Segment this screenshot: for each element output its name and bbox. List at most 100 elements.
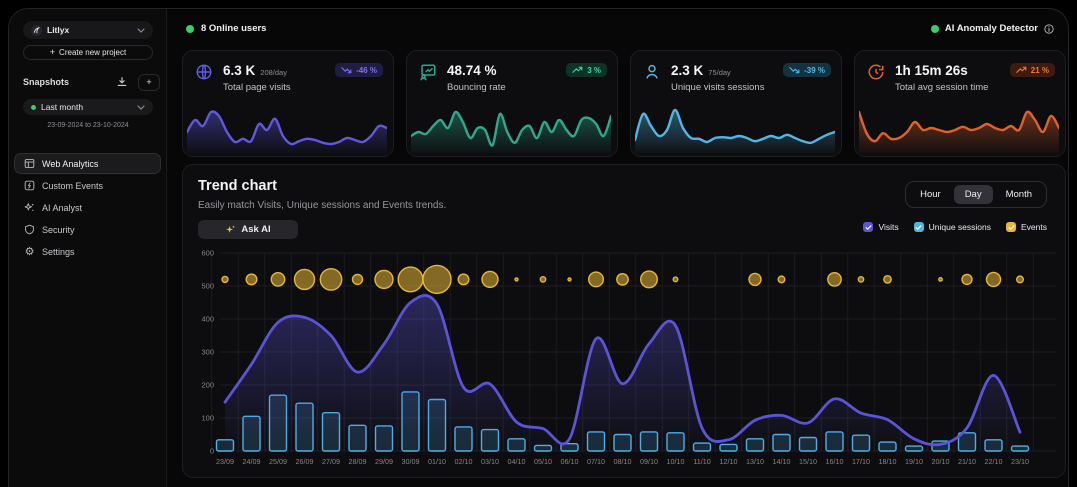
create-project-button[interactable]: + Create new project <box>23 45 153 60</box>
events-bubble <box>884 276 891 283</box>
legend-item-unique-sessions[interactable]: Unique sessions <box>914 222 991 232</box>
tab-month[interactable]: Month <box>995 185 1043 204</box>
trend-chart[interactable]: 010020030040050060023/0924/0925/0926/092… <box>190 250 1062 475</box>
anomaly-detector-status: AI Anomaly Detector <box>931 23 1054 34</box>
sidebar-item-web-analytics[interactable]: Web Analytics <box>14 153 161 174</box>
events-bubble <box>568 278 571 281</box>
events-bubble <box>295 269 315 289</box>
y-tick-label: 300 <box>201 348 214 357</box>
x-tick-label: 14/10 <box>773 457 791 466</box>
x-tick-label: 19/10 <box>905 457 923 466</box>
tab-hour[interactable]: Hour <box>909 185 952 204</box>
stat-card-total-page-visits: 6.3 K 208/day Total page visits -46 % <box>182 50 394 157</box>
sparkline-chart <box>635 106 835 153</box>
shield-icon <box>24 224 35 235</box>
events-bubble <box>222 276 228 282</box>
trend-icon <box>572 66 583 74</box>
sidebar-item-ai-analyst[interactable]: AI Analyst <box>14 197 161 218</box>
legend-item-events[interactable]: Events <box>1006 222 1047 232</box>
x-tick-label: 02/10 <box>455 457 473 466</box>
x-tick-label: 20/10 <box>932 457 950 466</box>
x-tick-label: 21/10 <box>958 457 976 466</box>
x-tick-label: 28/09 <box>349 457 367 466</box>
add-snapshot-button[interactable]: + <box>138 74 160 91</box>
sidebar-item-label: Security <box>42 225 75 235</box>
legend-label: Events <box>1021 222 1047 232</box>
gear-icon: ⚙︎ <box>24 246 35 257</box>
sparkles-icon <box>24 202 35 213</box>
sidebar-item-custom-events[interactable]: Custom Events <box>14 175 161 196</box>
x-tick-label: 27/09 <box>322 457 340 466</box>
stat-card-bouncing-rate: 48.74 % Bouncing rate 3 % <box>406 50 618 157</box>
x-tick-label: 05/10 <box>534 457 552 466</box>
trend-badge-value: 21 % <box>1031 66 1049 75</box>
x-tick-label: 23/10 <box>1011 457 1029 466</box>
y-tick-label: 600 <box>201 250 214 258</box>
sparkline-chart <box>187 106 387 153</box>
card-rate: 208/day <box>260 68 287 77</box>
time-range-tabs: Hour Day Month <box>905 181 1047 208</box>
sidebar: Litlyx + Create new project Snapshots + … <box>9 9 167 487</box>
sparkle-icon <box>225 225 235 235</box>
events-bubble <box>320 269 341 290</box>
events-bubble <box>515 278 518 281</box>
sparkline-chart <box>411 106 611 153</box>
trend-icon <box>789 66 800 74</box>
download-snapshot-button[interactable] <box>111 74 133 91</box>
sidebar-nav: Web Analytics Custom Events AI Analyst S… <box>14 153 161 263</box>
y-tick-label: 0 <box>210 447 214 456</box>
trend-badge: 21 % <box>1010 63 1055 77</box>
stat-card-unique-sessions: 2.3 K 75/day Unique visits sessions -39 … <box>630 50 842 157</box>
app-window: Litlyx + Create new project Snapshots + … <box>8 8 1069 487</box>
events-bubble <box>458 274 469 285</box>
x-tick-label: 17/10 <box>852 457 870 466</box>
checkbox-events <box>1006 222 1016 232</box>
legend-item-visits[interactable]: Visits <box>863 222 898 232</box>
browser-panel-icon <box>24 158 35 169</box>
sidebar-item-settings[interactable]: ⚙︎ Settings <box>14 241 161 262</box>
card-value: 1h 15m 26s <box>895 63 968 78</box>
x-tick-label: 10/10 <box>667 457 685 466</box>
events-bubble <box>589 272 604 287</box>
x-tick-label: 01/10 <box>428 457 446 466</box>
trend-badge-value: -46 % <box>356 66 377 75</box>
events-bubble <box>246 274 257 285</box>
chevron-down-icon <box>137 105 145 110</box>
events-bubble <box>987 272 1001 286</box>
anomaly-dot-icon <box>931 25 939 33</box>
online-users-label: 8 Online users <box>201 23 266 34</box>
snapshot-range-select[interactable]: Last month <box>23 99 153 115</box>
stat-cards-row: 6.3 K 208/day Total page visits -46 % <box>182 50 1066 157</box>
x-tick-label: 23/09 <box>216 457 234 466</box>
ask-ai-button[interactable]: Ask AI <box>198 220 298 239</box>
trend-badge-value: 3 % <box>587 66 601 75</box>
plus-icon: + <box>50 48 55 57</box>
events-bubble <box>617 274 628 285</box>
card-value: 6.3 K <box>223 63 255 78</box>
chevron-down-icon <box>137 28 145 33</box>
project-selector[interactable]: Litlyx <box>23 21 153 39</box>
sidebar-item-label: Custom Events <box>42 181 103 191</box>
sparkline-chart <box>859 106 1059 153</box>
tab-day[interactable]: Day <box>954 185 993 204</box>
x-tick-label: 15/10 <box>799 457 817 466</box>
trend-chart-panel: Trend chart Easily match Visits, Unique … <box>182 164 1066 478</box>
x-tick-label: 25/09 <box>269 457 287 466</box>
timer-icon <box>867 63 887 83</box>
events-bubble <box>375 270 393 288</box>
project-name: Litlyx <box>47 25 132 35</box>
card-rate: 75/day <box>708 68 731 77</box>
legend-label: Visits <box>878 222 898 232</box>
x-tick-label: 12/10 <box>720 457 738 466</box>
trend-icon <box>1016 66 1027 74</box>
sidebar-item-label: Settings <box>42 247 75 257</box>
presentation-chart-icon <box>419 63 439 83</box>
create-project-label: Create new project <box>59 48 126 57</box>
info-icon[interactable] <box>1044 24 1054 34</box>
anomaly-detector-label: AI Anomaly Detector <box>945 23 1038 34</box>
y-tick-label: 500 <box>201 282 214 291</box>
sidebar-item-security[interactable]: Security <box>14 219 161 240</box>
events-bubble <box>1017 276 1024 283</box>
x-tick-label: 04/10 <box>508 457 526 466</box>
trend-badge: -39 % <box>783 63 831 77</box>
